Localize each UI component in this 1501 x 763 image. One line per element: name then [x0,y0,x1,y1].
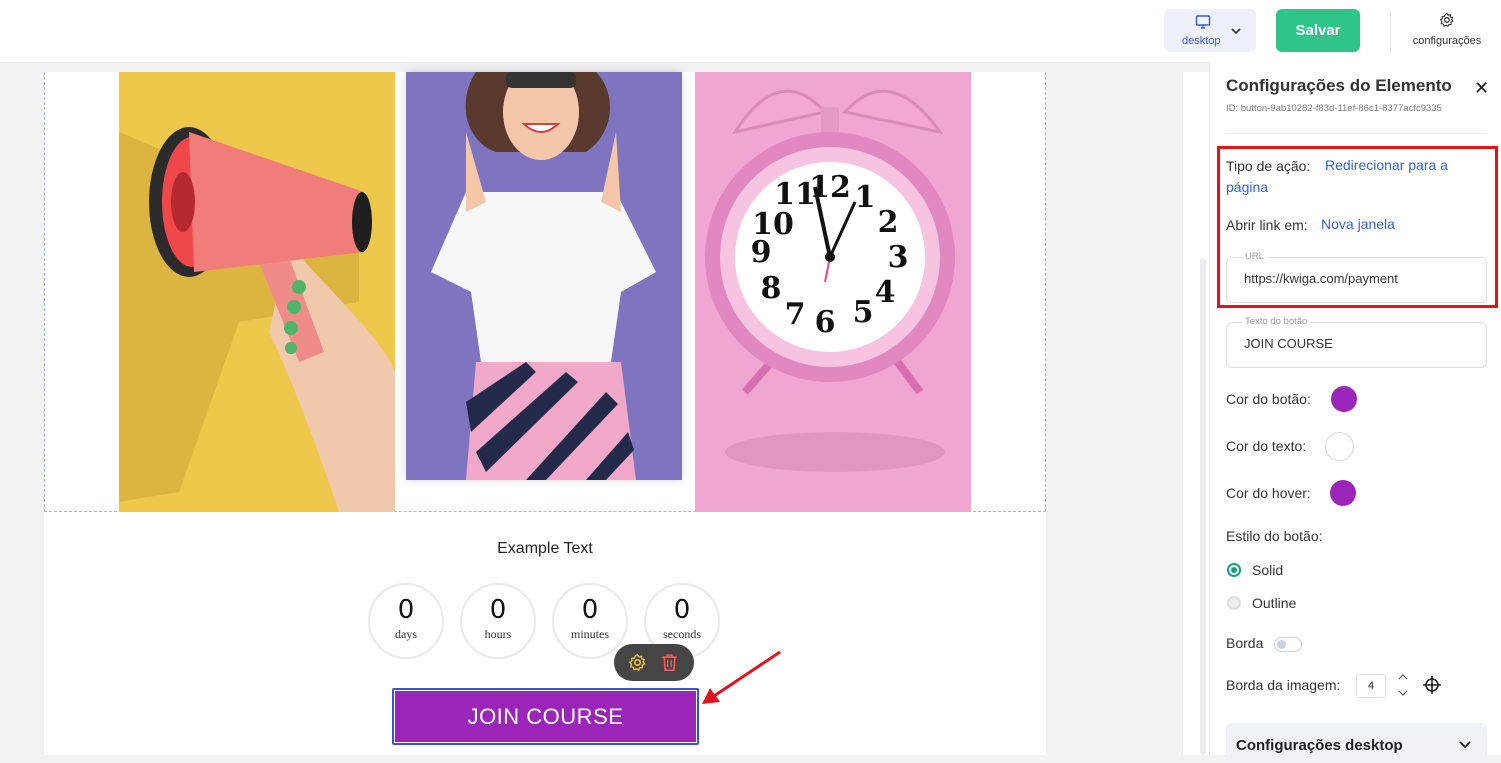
style-solid-label: Solid [1252,562,1284,578]
text-color-label: Cor do texto: [1226,438,1307,454]
text-color-swatch[interactable] [1325,432,1354,461]
close-icon[interactable]: ✕ [1474,78,1489,99]
style-solid-radio[interactable] [1227,563,1241,577]
url-field-label: URL [1242,251,1268,262]
countdown-label: seconds [663,627,701,641]
gear-icon[interactable] [628,653,647,672]
image-border-input[interactable]: 4 [1356,674,1386,698]
desktop-settings-accordion[interactable]: Configurações desktop [1226,723,1487,763]
svg-text:1: 1 [855,180,876,215]
svg-text:8: 8 [761,271,782,306]
annotation-arrow-icon [702,650,781,704]
element-id: ID: button-9ab10282-f83d-11ef-86c1-8377a… [1226,103,1442,114]
action-type-select[interactable]: Redirecionar para a página [1226,154,1476,198]
url-input[interactable] [1244,271,1469,286]
button-text-field-label: Texto do botão [1242,316,1311,327]
desktop-settings-label: Configurações desktop [1236,737,1403,754]
countdown-value: 0 [581,595,599,625]
countdown-value: 0 [489,595,507,625]
panel-title: Configurações do Elemento [1226,76,1452,95]
chevron-down-icon [1459,741,1471,749]
button-color-label: Cor do botão: [1226,391,1311,407]
megaphone-image [119,72,395,512]
top-bar: desktop Salvar configurações [0,0,1501,63]
button-text-input[interactable] [1244,336,1469,351]
url-field[interactable]: URL [1226,251,1487,303]
button-color-swatch[interactable] [1331,386,1357,412]
countdown-value: 0 [673,595,691,625]
join-course-button[interactable]: JOIN COURSE [395,691,696,742]
countdown-hours: 0 hours [460,583,536,659]
hover-color-label: Cor do hover: [1226,485,1311,501]
svg-text:3: 3 [888,240,909,275]
chevron-down-icon [1231,28,1241,35]
stepper-arrows-icon[interactable] [1398,672,1408,698]
monitor-icon [1195,15,1211,29]
canvas-scrollbar-thumb[interactable] [1200,258,1206,755]
device-label: desktop [1182,35,1221,47]
countdown-minutes: 0 minutes [552,583,628,659]
countdown-label: minutes [571,627,609,641]
open-link-select[interactable]: Nova janela [1321,213,1395,235]
settings-button[interactable]: configurações [1405,10,1489,54]
gear-icon [1439,12,1454,28]
woman-photo [406,72,682,480]
border-toggle[interactable] [1274,637,1302,652]
element-toolbar [614,644,694,681]
open-link-label: Abrir link em: [1226,217,1308,233]
style-outline-radio[interactable] [1227,596,1241,610]
device-selector[interactable]: desktop [1164,9,1256,52]
settings-label: configurações [1412,35,1482,47]
image-border-label: Borda da imagem: [1226,677,1341,693]
element-settings-panel: Configurações do Elemento ✕ ID: button-9… [1209,62,1501,763]
svg-text:10: 10 [752,207,794,242]
countdown-label: hours [484,627,512,641]
hover-color-swatch[interactable] [1330,480,1356,506]
toolbar-divider [1390,10,1391,52]
border-label: Borda [1226,635,1264,651]
svg-text:5: 5 [853,295,874,330]
svg-text:2: 2 [878,205,899,240]
countdown-days: 0 days [368,583,444,659]
trash-icon[interactable] [660,653,679,672]
style-outline-label: Outline [1252,595,1297,611]
panel-divider [1226,133,1486,134]
countdown-value: 0 [397,595,415,625]
button-style-label: Estilo do botão: [1226,528,1323,544]
svg-text:11: 11 [774,177,816,212]
countdown-label: days [395,627,417,641]
alarm-clock-image: 12 1 2 3 4 5 6 7 8 9 10 11 [695,72,971,512]
crosshair-icon[interactable] [1423,676,1441,694]
svg-text:7: 7 [785,297,806,332]
save-button[interactable]: Salvar [1276,9,1360,52]
svg-text:4: 4 [875,275,896,310]
svg-text:6: 6 [815,305,836,340]
example-text: Example Text [497,540,593,557]
button-text-field[interactable]: Texto do botão [1226,316,1487,368]
